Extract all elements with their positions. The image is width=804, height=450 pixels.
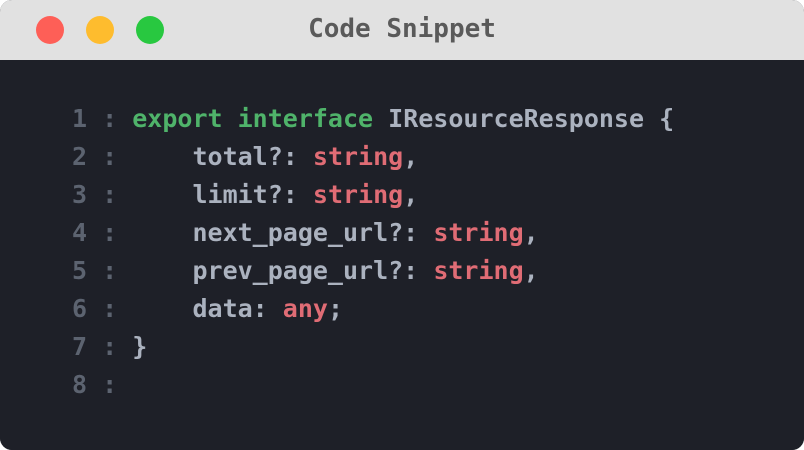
property-name: prev_page_url?: <box>192 256 419 285</box>
punctuation: , <box>403 142 419 171</box>
line-separator: : <box>102 142 118 171</box>
line-number: 6 <box>72 294 88 323</box>
line-separator: : <box>102 294 118 323</box>
line-separator: : <box>102 218 118 247</box>
line-separator: : <box>102 370 118 399</box>
line-number: 7 <box>72 332 88 361</box>
code-line-6: 6 : data: any; <box>72 290 343 328</box>
property-name: limit?: <box>192 180 298 209</box>
type-name: string <box>433 218 524 247</box>
punctuation: , <box>523 256 539 285</box>
title-bar: Code Snippet <box>0 0 804 60</box>
window-title: Code Snippet <box>308 14 496 44</box>
type-name: string <box>433 256 524 285</box>
type-name: any <box>282 294 328 323</box>
interface-name: IResourceResponse <box>388 104 645 133</box>
line-number: 1 <box>72 104 88 133</box>
open-brace: { <box>659 104 675 133</box>
code-line-3: 3 : limit?: string, <box>72 176 418 214</box>
code-line-8: 8 : <box>72 366 132 404</box>
code-snippet-window: Code Snippet 1 : export interface IResou… <box>0 0 804 450</box>
keyword-interface: interface <box>237 104 374 133</box>
code-editor[interactable]: 1 : export interface IResourceResponse {… <box>0 60 804 450</box>
code-line-1: 1 : export interface IResourceResponse { <box>72 100 674 138</box>
line-number: 5 <box>72 256 88 285</box>
line-number: 2 <box>72 142 88 171</box>
line-number: 3 <box>72 180 88 209</box>
type-name: string <box>312 142 404 171</box>
code-line-2: 2 : total?: string, <box>72 138 418 176</box>
line-separator: : <box>102 332 118 361</box>
line-number: 8 <box>72 370 88 399</box>
code-line-7: 7 : } <box>72 328 147 366</box>
punctuation: ; <box>327 294 344 323</box>
line-separator: : <box>102 180 118 209</box>
code-line-5: 5 : prev_page_url?: string, <box>72 252 539 290</box>
close-brace: } <box>132 332 148 361</box>
code-line-4: 4 : next_page_url?: string, <box>72 214 539 252</box>
line-separator: : <box>102 256 118 285</box>
line-number: 4 <box>72 218 88 247</box>
property-name: next_page_url?: <box>192 218 419 247</box>
punctuation: , <box>403 180 419 209</box>
line-separator: : <box>102 104 118 133</box>
property-name: total?: <box>192 142 298 171</box>
keyword-export: export <box>132 104 223 133</box>
property-name: data: <box>192 294 268 323</box>
punctuation: , <box>523 218 539 247</box>
type-name: string <box>312 180 404 209</box>
